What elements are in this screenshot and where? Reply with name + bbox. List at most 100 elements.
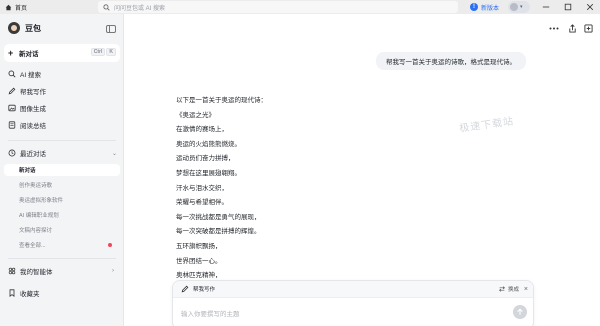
- my-agents-item[interactable]: 我的智能体 ›: [8, 266, 114, 276]
- tab-home[interactable]: 首页: [0, 0, 96, 14]
- image-icon: [8, 104, 16, 112]
- recent-chat-item[interactable]: 文稿内容探讨: [4, 224, 120, 236]
- recent-chats-header[interactable]: 最近对话 ⌄: [8, 148, 117, 158]
- answer-line: 每一次挑战都是勇气的展现，: [176, 213, 261, 221]
- new-window-icon[interactable]: [582, 22, 594, 34]
- address-placeholder: 问问豆包或 AI 搜索: [114, 5, 166, 12]
- message-composer: 帮我写作 换成 × 输入你要撰写的主题: [172, 280, 534, 326]
- pen-icon: [181, 285, 189, 293]
- recent-chats-title: 最近对话: [20, 151, 46, 158]
- answer-line: 世界团结一心。: [176, 257, 222, 265]
- brand-avatar: [8, 22, 20, 34]
- maximize-button[interactable]: [558, 0, 578, 14]
- notification-dot: [108, 243, 112, 247]
- sidebar-item-reading-summary[interactable]: 阅读总结: [4, 117, 120, 133]
- answer-line: 每一次突破都是拼搏的辉煌。: [176, 228, 261, 236]
- recent-chat-item[interactable]: 新对话: [4, 164, 120, 176]
- switch-mode-button[interactable]: 换成: [498, 285, 519, 293]
- shortcut-key: K: [106, 48, 116, 56]
- sidebar-item-label: AI 搜索: [20, 72, 41, 79]
- tab-home-label: 首页: [15, 5, 28, 12]
- clock-icon: [8, 149, 16, 157]
- new-version-button[interactable]: ! 新版本: [470, 1, 499, 13]
- view-all-label: 查看全部...: [19, 243, 46, 249]
- assistant-answer: 以下是一首关于奥运的现代诗： 《奥运之光》 在激情的赛场上， 奥运的火焰熊熊燃烧…: [176, 94, 436, 284]
- new-version-badge: !: [470, 3, 478, 11]
- new-version-label: 新版本: [481, 5, 500, 12]
- user-message-text: 帮我写一首关于奥运的诗歌，格式是现代诗。: [386, 59, 516, 66]
- avatar: [510, 3, 518, 11]
- sidebar-item-label: 图像生成: [20, 106, 46, 113]
- home-icon: [5, 4, 12, 11]
- maximize-icon: [564, 3, 572, 11]
- my-agents-label: 我的智能体: [20, 269, 53, 276]
- recent-chat-item[interactable]: 奥运虚拟形象软件: [4, 194, 120, 206]
- shortcut-hint: Ctrl K: [90, 48, 116, 56]
- sidebar-item-writing[interactable]: 帮我写作: [4, 83, 120, 99]
- answer-line: 运动员们奋力拼搏，: [176, 155, 235, 163]
- answer-line: 《奥运之光》: [176, 111, 215, 119]
- recent-chat-label: 创作奥运诗歌: [19, 183, 53, 189]
- watermark: 极速下载站: [458, 116, 515, 135]
- search-icon: [103, 3, 110, 11]
- share-icon[interactable]: [566, 22, 578, 34]
- shortcut-key: Ctrl: [90, 48, 106, 56]
- sidebar-divider: [8, 140, 116, 141]
- chat-area: 帮我写一首关于奥运的诗歌，格式是现代诗。 以下是一首关于奥运的现代诗： 《奥运之…: [124, 14, 600, 326]
- chevron-down-icon: ⌄: [112, 150, 118, 157]
- title-bar: 首页 问问豆包或 AI 搜索 ! 新版本 ▾: [0, 0, 600, 14]
- composer-mode-bar: 帮我写作 换成 ×: [173, 281, 533, 298]
- sidebar-collapse-icon[interactable]: [106, 25, 116, 33]
- swap-icon: [498, 285, 506, 293]
- close-window-button[interactable]: [580, 0, 600, 14]
- more-options-icon[interactable]: [548, 22, 560, 34]
- favorites-label: 收藏夹: [20, 291, 40, 298]
- new-chat-label: 新对话: [19, 51, 39, 58]
- answer-line: 荣耀与希望相伴。: [176, 199, 228, 207]
- answer-line: 汗水与泪水交织，: [176, 184, 228, 192]
- recent-chat-label: 新对话: [19, 168, 36, 174]
- recent-chat-item[interactable]: 创作奥运诗歌: [4, 179, 120, 191]
- sidebar-divider: [8, 258, 116, 259]
- brand[interactable]: 豆包: [8, 22, 41, 34]
- message-input-placeholder: 输入你要撰写的主题: [181, 311, 240, 318]
- sidebar-item-image-gen[interactable]: 图像生成: [4, 100, 120, 116]
- close-icon[interactable]: ×: [524, 286, 528, 293]
- chevron-down-icon: ▾: [520, 4, 523, 10]
- brand-name: 豆包: [25, 23, 41, 33]
- message-input[interactable]: 输入你要撰写的主题: [181, 308, 240, 318]
- switch-mode-label: 换成: [507, 287, 519, 293]
- agent-icon: [8, 267, 16, 275]
- sidebar: 豆包 + 新对话 Ctrl K AI 搜索 帮我写作 图像生成 阅读总结 最近对…: [0, 14, 124, 326]
- composer-mode-label: 帮我写作: [193, 287, 216, 293]
- sidebar-item-ai-search[interactable]: AI 搜索: [4, 66, 120, 82]
- view-all-chats-link[interactable]: 查看全部...: [4, 239, 120, 251]
- bookmark-icon: [8, 289, 16, 297]
- search-icon: [8, 70, 16, 78]
- pen-icon: [8, 87, 16, 95]
- sidebar-item-label: 帮我写作: [20, 89, 46, 96]
- plus-icon: +: [8, 48, 14, 58]
- arrow-up-icon: [517, 308, 523, 315]
- close-icon: [586, 3, 594, 11]
- send-button[interactable]: [513, 305, 527, 319]
- minimize-button[interactable]: [536, 0, 556, 14]
- book-icon: [8, 121, 16, 129]
- chevron-right-icon: ›: [112, 268, 114, 274]
- answer-line: 奥运的火焰熊熊燃烧。: [176, 140, 241, 148]
- recent-chat-label: 文稿内容探讨: [19, 228, 53, 234]
- account-menu[interactable]: ▾: [508, 1, 530, 13]
- favorites-item[interactable]: 收藏夹: [8, 288, 40, 298]
- answer-line: 在激情的赛场上，: [176, 126, 228, 134]
- minimize-icon: [542, 6, 550, 8]
- user-message-bubble: 帮我写一首关于奥运的诗歌，格式是现代诗。: [376, 52, 526, 70]
- recent-chat-item[interactable]: AI 编辑职业规划: [4, 209, 120, 221]
- recent-chat-label: AI 编辑职业规划: [19, 213, 59, 219]
- recent-chat-label: 奥运虚拟形象软件: [19, 198, 64, 204]
- answer-line: 以下是一首关于奥运的现代诗：: [176, 97, 267, 104]
- new-chat-button[interactable]: + 新对话 Ctrl K: [4, 44, 120, 62]
- answer-line: 梦想在这里展翅翱翔。: [176, 169, 241, 177]
- address-bar[interactable]: 问问豆包或 AI 搜索: [98, 1, 458, 13]
- answer-line: 五环旗帜飘扬，: [176, 242, 222, 250]
- sidebar-item-label: 阅读总结: [20, 123, 46, 130]
